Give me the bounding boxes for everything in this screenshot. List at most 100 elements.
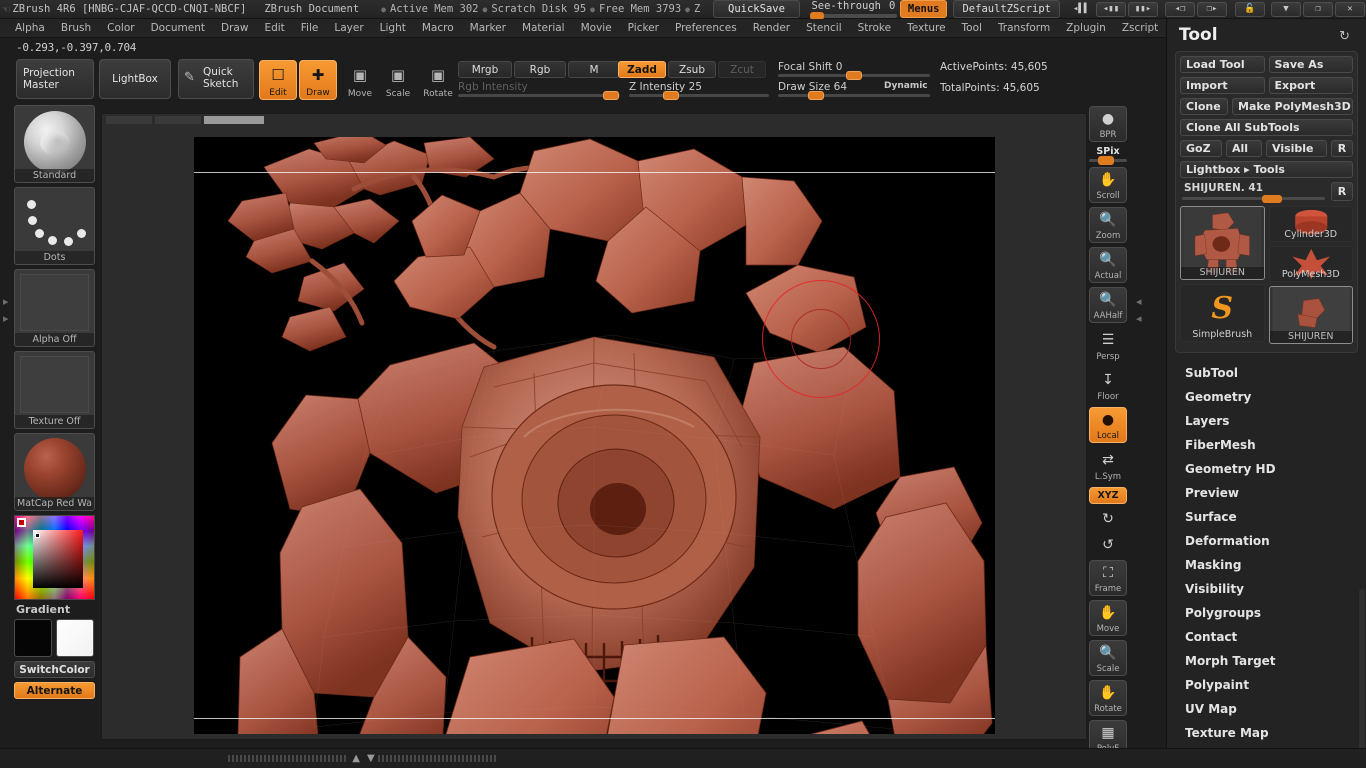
tool-item-track[interactable] (1182, 197, 1325, 200)
tool-palette-scrollbar[interactable] (1359, 589, 1365, 768)
menu-item-material[interactable]: Material (515, 21, 572, 35)
spix-knob[interactable] (1098, 156, 1114, 165)
menu-item-zplugin[interactable]: Zplugin (1059, 21, 1113, 35)
tool-menu-geometry-hd[interactable]: Geometry HD (1167, 457, 1366, 481)
move-gizmo-button[interactable]: ✋ Move (1089, 600, 1127, 636)
lightbox-tools-button[interactable]: Lightbox ▸ Tools (1180, 161, 1353, 178)
menu-item-alpha[interactable]: Alpha (8, 21, 52, 35)
color-marker[interactable] (17, 518, 26, 527)
menu-item-render[interactable]: Render (746, 21, 797, 35)
menu-item-picker[interactable]: Picker (621, 21, 666, 35)
stroke-swatch[interactable]: Dots (14, 187, 95, 265)
tool-thumb-cylinder3d[interactable]: Cylinder3D (1268, 206, 1353, 242)
prev-subtool-icon[interactable]: ◂❐ (1165, 1, 1195, 17)
menu-item-layer[interactable]: Layer (327, 21, 370, 35)
local-symmetry-button[interactable]: ● Local (1089, 407, 1127, 443)
spix-slider[interactable]: SPix (1089, 146, 1127, 165)
zoom-button[interactable]: 🔍 Zoom (1089, 207, 1127, 243)
tool-thumb-shijuren-small[interactable]: SHIJUREN (1268, 286, 1353, 344)
tool-menu-polypaint[interactable]: Polypaint (1167, 673, 1366, 697)
zadd-button[interactable]: Zadd (618, 61, 666, 78)
lsym-button[interactable]: ⇄ L.Sym (1089, 447, 1127, 483)
perspective-button[interactable]: ☰ Persp (1089, 327, 1127, 363)
scale-gizmo-button[interactable]: 🔍 Scale (1089, 640, 1127, 676)
tool-item-slider[interactable]: SHIJUREN. 41 (1180, 182, 1327, 203)
rotate-y-button[interactable]: ↻ (1089, 508, 1127, 530)
tool-item-reset-button[interactable]: R (1331, 182, 1353, 201)
see-through-track[interactable] (809, 12, 897, 20)
aahalf-button[interactable]: 🔍 AAHalf (1089, 287, 1127, 323)
secondary-color-swatch[interactable] (56, 619, 94, 657)
color-picker[interactable] (14, 515, 95, 600)
tool-item-knob[interactable] (1262, 195, 1283, 203)
zcut-button[interactable]: Zcut (718, 61, 766, 78)
edit-mode-button[interactable]: ☐ Edit (259, 60, 297, 100)
menus-toggle-button[interactable]: Menus (899, 0, 948, 18)
z-intensity-knob[interactable] (663, 91, 679, 100)
tool-menu-deformation[interactable]: Deformation (1167, 529, 1366, 553)
tool-menu-surface[interactable]: Surface (1167, 505, 1366, 529)
tool-menu-polygroups[interactable]: Polygroups (1167, 601, 1366, 625)
menu-item-stroke[interactable]: Stroke (851, 21, 898, 35)
minimize-icon[interactable]: ▼ (1271, 1, 1301, 17)
save-as-button[interactable]: Save As (1268, 56, 1353, 73)
menu-item-brush[interactable]: Brush (54, 21, 98, 35)
all-button[interactable]: All (1226, 140, 1262, 157)
rotate-mode-button[interactable]: ▣ Rotate (417, 60, 459, 100)
zsub-button[interactable]: Zsub (668, 61, 716, 78)
material-swatch[interactable]: MatCap Red Wa (14, 433, 95, 511)
tool-menu-layers[interactable]: Layers (1167, 409, 1366, 433)
clone-button[interactable]: Clone (1180, 98, 1228, 115)
z-intensity-track[interactable] (629, 94, 769, 97)
frame-button[interactable]: ⛶ Frame (1089, 560, 1127, 596)
goz-button[interactable]: GoZ (1180, 140, 1222, 157)
menu-item-transform[interactable]: Transform (991, 21, 1057, 35)
tool-menu-visibility[interactable]: Visibility (1167, 577, 1366, 601)
draw-size-slider[interactable]: Draw Size 64 Dynamic (778, 81, 930, 100)
focal-shift-slider[interactable]: Focal Shift 0 (778, 61, 930, 80)
tool-thumb-shijuren-large[interactable]: SHIJUREN (1180, 206, 1265, 280)
spix-track[interactable] (1089, 156, 1127, 165)
tool-thumb-simplebrush[interactable]: S SimpleBrush (1180, 284, 1265, 342)
left-tray-arrow-icon[interactable]: ▸ (3, 295, 9, 308)
quick-sketch-button[interactable]: ✎ Quick Sketch (178, 59, 254, 99)
menu-item-light[interactable]: Light (373, 21, 413, 35)
projection-master-button[interactable]: Projection Master (16, 59, 94, 99)
tool-menu-uv-map[interactable]: UV Map (1167, 697, 1366, 721)
tool-menu-subtool[interactable]: SubTool (1167, 361, 1366, 385)
rgb-intensity-track[interactable] (458, 94, 620, 97)
tool-thumb-polymesh3d[interactable]: PolyMesh3D (1268, 246, 1353, 282)
m-button[interactable]: M (568, 61, 620, 78)
alpha-swatch[interactable]: Alpha Off (14, 269, 95, 347)
xyz-button[interactable]: XYZ (1089, 487, 1127, 504)
rotate-z-button[interactable]: ↺ (1089, 534, 1127, 556)
scroll-down-icon[interactable]: ▼ (367, 753, 375, 764)
document-canvas[interactable] (194, 137, 995, 734)
color-swatches[interactable] (14, 619, 97, 657)
primary-color-swatch[interactable] (14, 619, 52, 657)
actual-size-button[interactable]: 🔍 Actual (1089, 247, 1127, 283)
menu-item-macro[interactable]: Macro (415, 21, 461, 35)
load-tool-button[interactable]: Load Tool (1180, 56, 1265, 73)
menu-item-document[interactable]: Document (144, 21, 212, 35)
dynamic-toggle[interactable]: Dynamic (884, 81, 928, 91)
quicksave-button[interactable]: QuickSave (713, 0, 800, 18)
alternate-button[interactable]: Alternate (14, 682, 95, 699)
clone-all-subtools-button[interactable]: Clone All SubTools (1180, 119, 1353, 136)
menu-item-stencil[interactable]: Stencil (799, 21, 849, 35)
z-intensity-slider[interactable]: Z Intensity 25 (629, 81, 769, 100)
canvas-area[interactable] (101, 113, 1087, 740)
floor-button[interactable]: ↧ Floor (1089, 367, 1127, 403)
tool-menu-fibermesh[interactable]: FiberMesh (1167, 433, 1366, 457)
menu-item-movie[interactable]: Movie (574, 21, 619, 35)
reload-icon[interactable]: ↻ (1339, 29, 1350, 44)
scale-mode-button[interactable]: ▣ Scale (379, 60, 417, 100)
reset-r-button[interactable]: R (1331, 140, 1353, 157)
switch-color-button[interactable]: SwitchColor (14, 661, 95, 678)
draw-size-track[interactable] (778, 94, 930, 97)
bpr-button[interactable]: ● BPR (1089, 106, 1127, 142)
lightbox-button[interactable]: LightBox (99, 59, 171, 99)
right-tray-arrow-icon[interactable]: ◂ (1136, 295, 1142, 308)
rotate-gizmo-button[interactable]: ✋ Rotate (1089, 680, 1127, 716)
export-button[interactable]: Export (1268, 77, 1353, 94)
